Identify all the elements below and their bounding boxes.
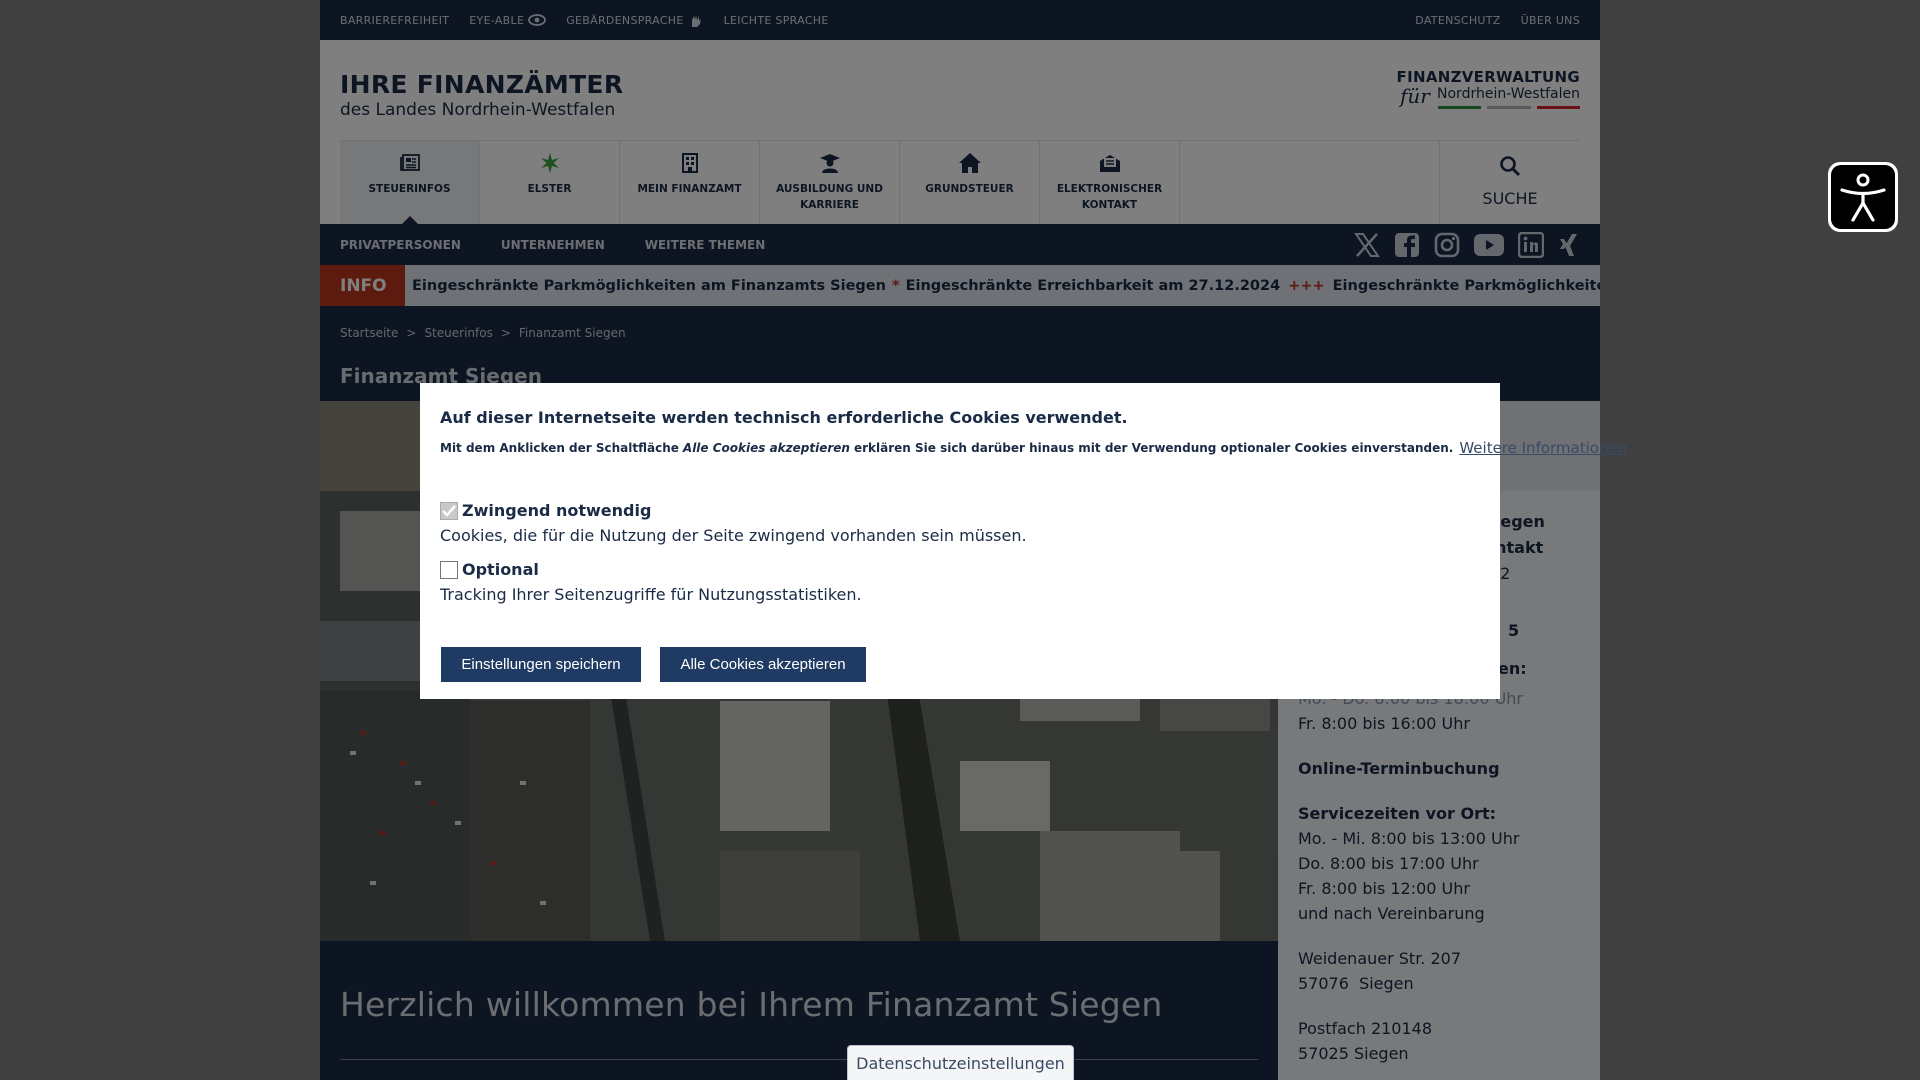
optional-description: Tracking Ihrer Seitenzugriffe für Nutzun… — [440, 585, 862, 604]
required-label: Zwingend notwendig — [462, 501, 652, 520]
option-required: Zwingend notwendig — [440, 501, 651, 520]
required-description: Cookies, die für die Nutzung der Seite z… — [440, 526, 1027, 545]
checkmark-icon — [442, 504, 456, 517]
accept-all-cookies-button[interactable]: Alle Cookies akzeptieren — [660, 647, 866, 682]
optional-label[interactable]: Optional — [462, 560, 539, 579]
optional-checkbox[interactable] — [440, 560, 458, 579]
accessibility-person-icon — [1840, 173, 1886, 222]
save-settings-button[interactable]: Einstellungen speichern — [441, 647, 641, 682]
accessibility-button[interactable] — [1828, 162, 1898, 232]
more-info-link[interactable]: Weitere Informationen — [1459, 439, 1627, 457]
option-optional: Optional — [440, 560, 539, 579]
required-checkbox — [440, 501, 458, 520]
cookie-heading: Auf dieser Internetseite werden technisc… — [440, 408, 1128, 427]
cookie-text: Mit dem Anklicken der Schaltfläche Alle … — [440, 439, 1628, 457]
cookie-consent-dialog: Auf dieser Internetseite werden technisc… — [420, 383, 1627, 699]
privacy-settings-tab[interactable]: Datenschutzeinstellungen — [847, 1045, 1074, 1080]
